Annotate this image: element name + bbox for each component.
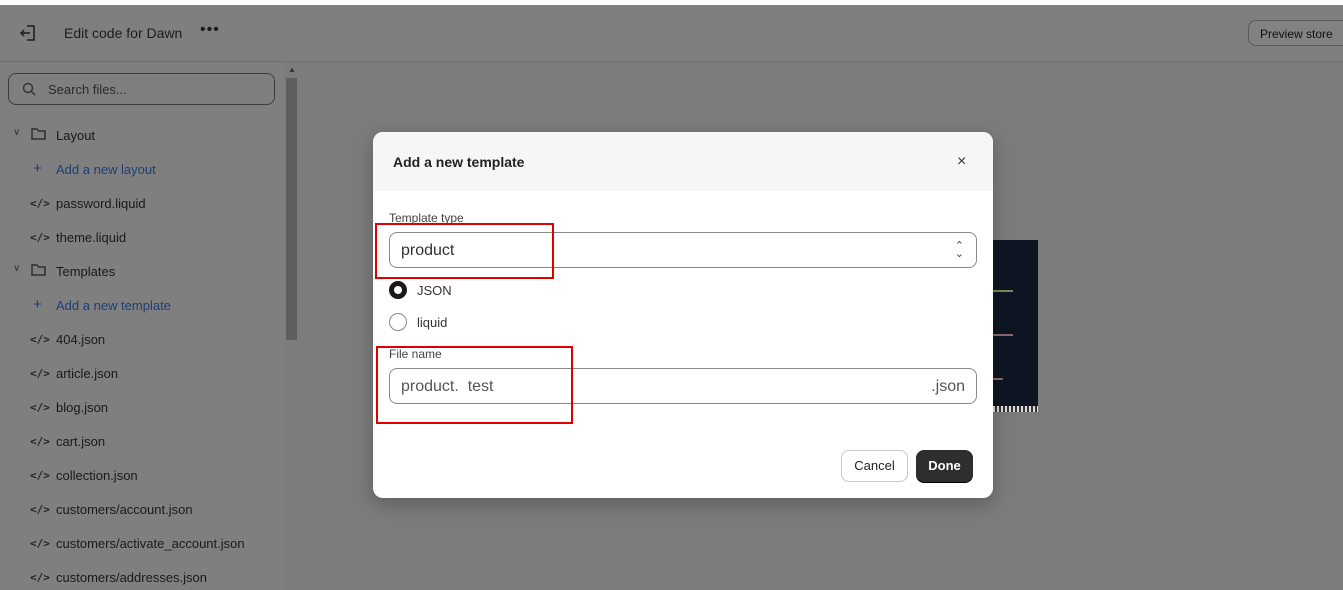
file-label: article.json (56, 366, 119, 381)
header-bar: Edit code for Dawn ••• Preview store (0, 5, 1343, 62)
file-label: blog.json (56, 400, 109, 415)
radio-json-indicator[interactable] (389, 281, 407, 299)
file-item[interactable]: </> cart.json (0, 432, 284, 452)
plus-icon: + (33, 296, 42, 313)
file-label: collection.json (56, 468, 138, 483)
highlight-box-template-type (375, 223, 554, 279)
code-file-icon: </> (30, 197, 50, 210)
chevron-down-icon: ∨ (13, 263, 21, 274)
add-layout-label: Add a new layout (56, 162, 156, 177)
file-item[interactable]: </> customers/addresses.json (0, 568, 284, 588)
file-item[interactable]: </> customers/activate_account.json (0, 534, 284, 554)
search-placeholder: Search files... (48, 82, 127, 97)
file-label: cart.json (56, 434, 106, 449)
code-file-icon: </> (30, 333, 50, 346)
radio-liquid[interactable]: liquid (389, 313, 589, 333)
folder-label: Layout (56, 128, 96, 143)
file-label: customers/activate_account.json (56, 536, 245, 551)
more-actions-icon[interactable]: ••• (200, 21, 220, 39)
page-title: Edit code for Dawn (64, 25, 183, 41)
code-file-icon: </> (30, 401, 50, 414)
folder-label: Templates (56, 264, 116, 279)
file-label: password.liquid (56, 196, 146, 211)
file-item[interactable]: </> 404.json (0, 330, 284, 350)
file-item[interactable]: </> article.json (0, 364, 284, 384)
radio-liquid-label: liquid (417, 315, 448, 330)
radio-json[interactable]: JSON (389, 281, 589, 301)
highlight-box-file-name (376, 346, 573, 424)
code-file-icon: </> (30, 435, 50, 448)
code-file-icon: </> (30, 571, 50, 584)
add-template-label: Add a new template (56, 298, 171, 313)
code-file-icon: </> (30, 469, 50, 482)
folder-icon (31, 264, 46, 276)
file-label: theme.liquid (56, 230, 127, 245)
dialog-title: Add a new template (393, 154, 525, 170)
preview-store-button[interactable]: Preview store (1248, 20, 1343, 46)
search-icon (22, 82, 36, 96)
select-chevron-icon: ⌃ ⌄ (954, 240, 964, 260)
folder-icon (31, 128, 46, 140)
file-item[interactable]: </> collection.json (0, 466, 284, 486)
file-label: customers/addresses.json (56, 570, 208, 585)
code-file-icon: </> (30, 537, 50, 550)
chevron-down-icon: ∨ (13, 127, 21, 138)
file-label: 404.json (56, 332, 106, 347)
file-item[interactable]: </> customers/account.json (0, 500, 284, 520)
search-input[interactable]: Search files... (8, 73, 275, 105)
file-item[interactable]: </> theme.liquid (0, 228, 284, 248)
radio-liquid-indicator[interactable] (389, 313, 407, 331)
plus-icon: + (33, 160, 42, 177)
add-template-link[interactable]: + Add a new template (0, 296, 284, 316)
cancel-button[interactable]: Cancel (841, 450, 908, 482)
file-label: customers/account.json (56, 502, 193, 517)
file-name-suffix: .json (931, 378, 965, 395)
done-button[interactable]: Done (916, 450, 973, 482)
exit-icon[interactable] (18, 23, 38, 43)
code-file-icon: </> (30, 231, 50, 244)
sidebar-scrollbar[interactable]: ▲ (284, 62, 299, 590)
add-template-dialog: Add a new template × Template type produ… (373, 132, 993, 498)
dialog-header: Add a new template × (373, 132, 993, 191)
file-item[interactable]: </> blog.json (0, 398, 284, 418)
radio-json-label: JSON (417, 283, 452, 298)
file-item[interactable]: </> password.liquid (0, 194, 284, 214)
scroll-up-icon[interactable]: ▲ (288, 65, 296, 74)
code-file-icon: </> (30, 367, 50, 380)
code-file-icon: </> (30, 503, 50, 516)
folder-layout[interactable]: ∨ Layout (0, 126, 284, 146)
scrollbar-thumb[interactable] (286, 78, 297, 340)
theme-preview-thumbnail (993, 240, 1038, 412)
file-sidebar: Search files... ∨ Layout + Add a new lay… (0, 62, 284, 590)
add-layout-link[interactable]: + Add a new layout (0, 160, 284, 180)
close-icon[interactable]: × (957, 153, 966, 171)
folder-templates[interactable]: ∨ Templates (0, 262, 284, 282)
